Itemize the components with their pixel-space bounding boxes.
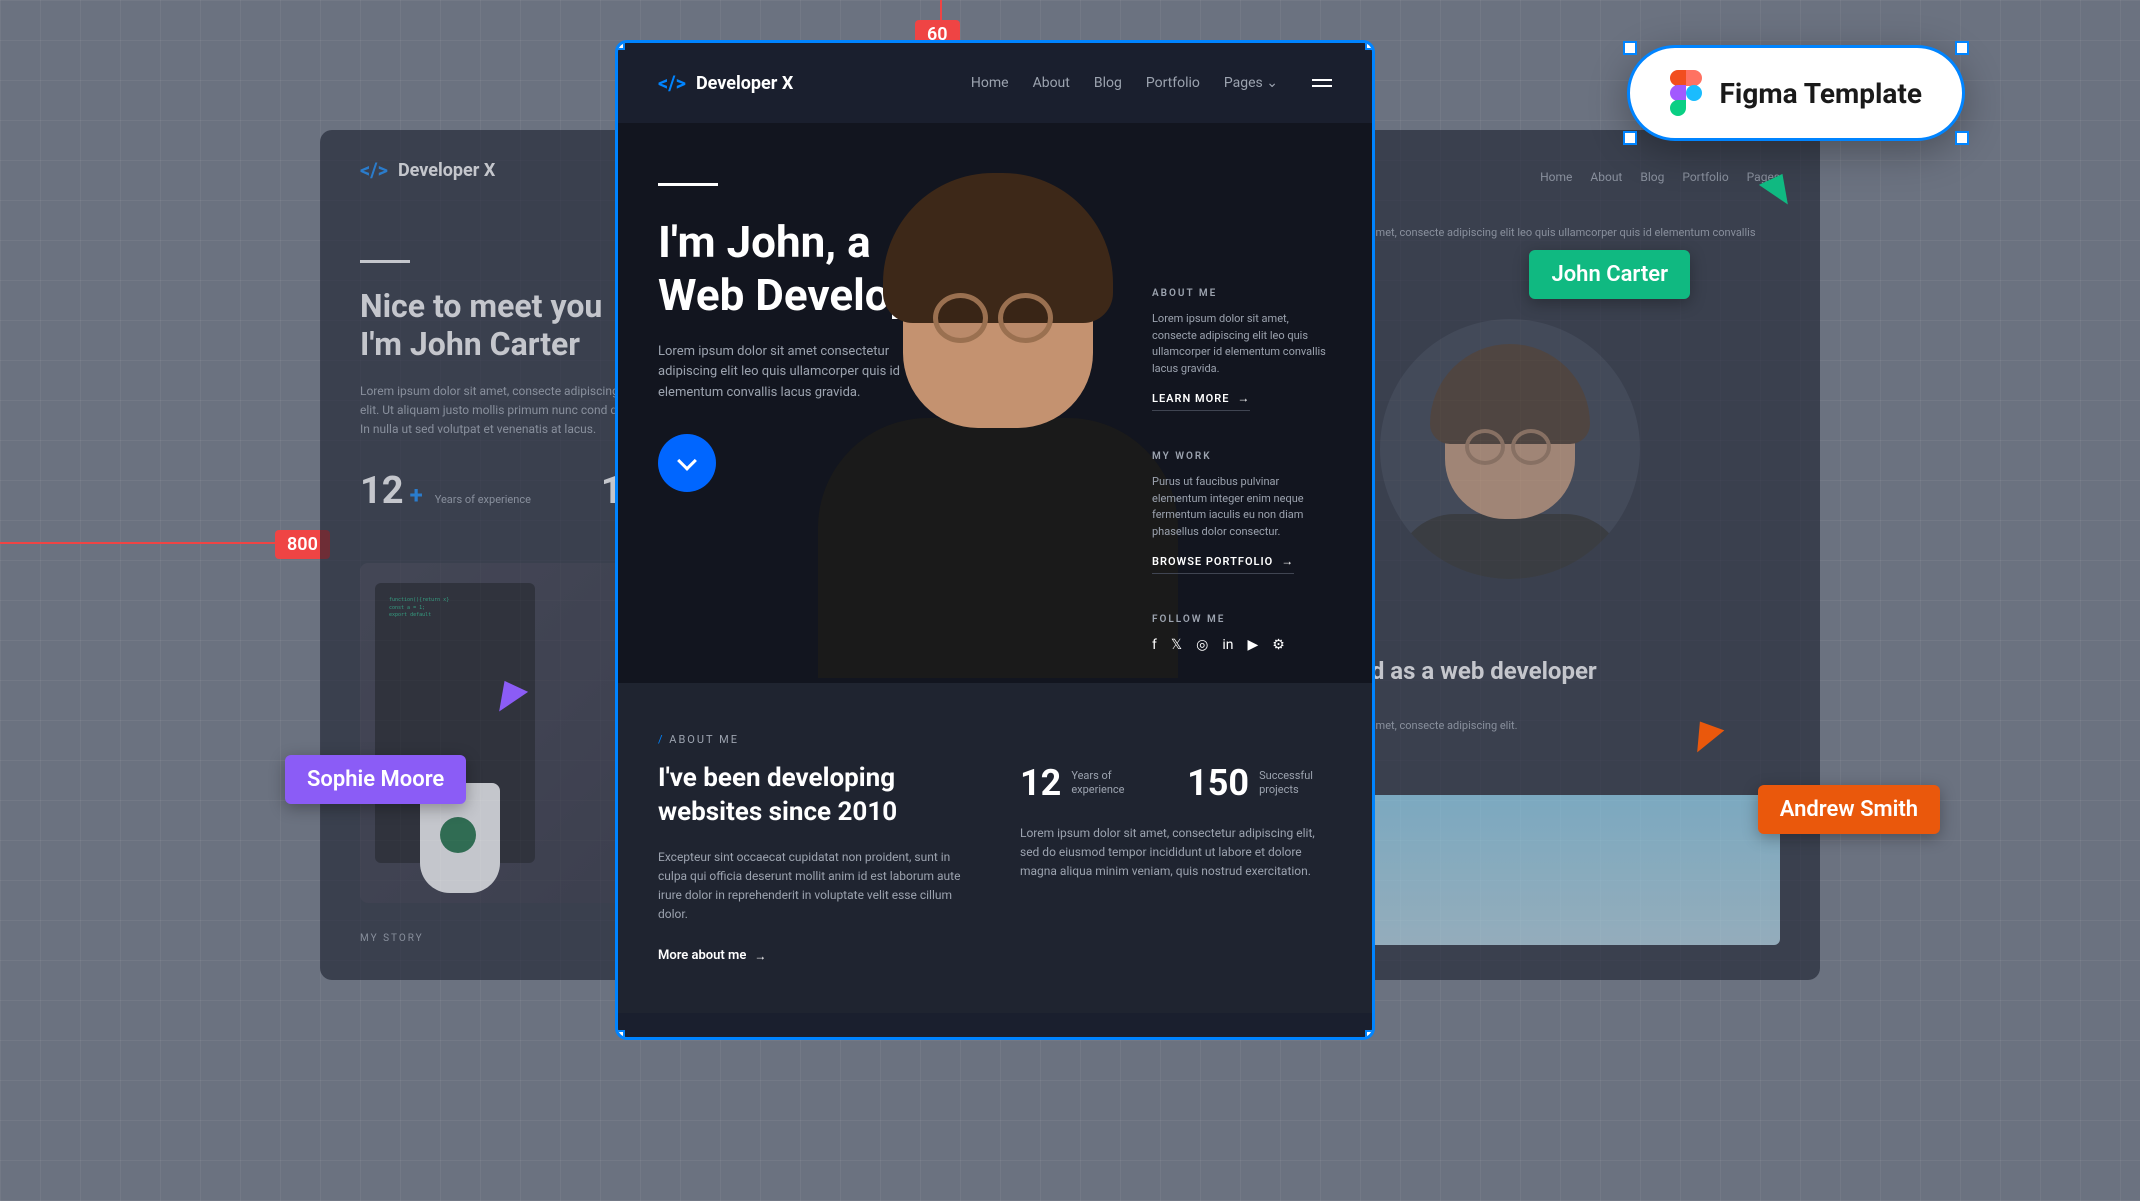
facebook-icon[interactable]: f	[1152, 637, 1157, 653]
code-icon: </>	[658, 71, 686, 95]
youtube-icon[interactable]: ▶	[1248, 637, 1259, 653]
cursor-label-andrew: Andrew Smith	[1758, 785, 1940, 834]
nav-blog[interactable]: Blog	[1094, 75, 1122, 91]
resize-handle-tr[interactable]	[1955, 41, 1969, 55]
github-icon[interactable]: ⚙	[1272, 637, 1285, 653]
hero-photo	[808, 208, 1188, 683]
cursor-label-sophie: Sophie Moore	[285, 755, 466, 804]
twitter-icon[interactable]: 𝕏	[1171, 637, 1182, 653]
about-text: Excepteur sint occaecat cupidatat non pr…	[658, 848, 970, 925]
about-right-text: Lorem ipsum dolor sit amet, consectetur …	[1020, 824, 1332, 882]
follow-label: FOLLOW ME	[1152, 614, 1332, 625]
cursor-label-john: John Carter	[1529, 250, 1690, 299]
stat-experience: 12Years of experience	[1020, 762, 1147, 804]
figma-badge-text: Figma Template	[1720, 77, 1922, 110]
logo: </>Developer X	[360, 158, 495, 182]
avatar	[1380, 319, 1640, 579]
work-text: Purus ut faucibus pulvinar elementum int…	[1152, 474, 1332, 540]
divider	[658, 183, 718, 186]
resize-handle-br[interactable]	[1955, 131, 1969, 145]
divider	[360, 260, 410, 263]
stat-projects: 150Successful projects	[1187, 762, 1332, 804]
about-text: Lorem ipsum dolor sit amet, consecte adi…	[1152, 311, 1332, 377]
about-label: ABOUT ME	[1152, 288, 1332, 299]
hero-text: Lorem ipsum dolor sit amet, consecte adi…	[360, 382, 640, 440]
resize-handle-bl[interactable]	[1623, 131, 1637, 145]
arrow-right-icon: →	[1237, 391, 1250, 405]
code-icon: </>	[360, 158, 388, 182]
nav-portfolio[interactable]: Portfolio	[1682, 170, 1728, 184]
about-section-label: ABOUT ME	[658, 733, 1332, 746]
nav-home[interactable]: Home	[971, 75, 1009, 91]
nav-about[interactable]: About	[1590, 170, 1622, 184]
about-title: I've been developing websites since 2010	[658, 762, 970, 830]
logo[interactable]: </>Developer X	[658, 71, 793, 95]
nav-pages[interactable]: Pages ⌄	[1224, 75, 1278, 91]
nav-portfolio[interactable]: Portfolio	[1146, 75, 1200, 91]
stat-experience: 12+Years of experience	[360, 469, 531, 513]
instagram-icon[interactable]: ◎	[1196, 637, 1208, 653]
linkedin-icon[interactable]: in	[1222, 637, 1233, 653]
more-about-link[interactable]: More about me→	[658, 948, 970, 963]
arrow-right-icon: →	[1281, 554, 1294, 568]
frame-center-selected[interactable]: </>Developer X Home About Blog Portfolio…	[615, 40, 1375, 1040]
figma-template-badge[interactable]: Figma Template	[1627, 45, 1965, 141]
hamburger-icon[interactable]	[1312, 79, 1332, 87]
chevron-down-icon: ⌄	[1266, 75, 1278, 91]
ruler-horizontal	[0, 542, 310, 544]
chevron-down-icon	[677, 451, 697, 471]
scroll-down-button[interactable]	[658, 434, 716, 492]
work-label: MY WORK	[1152, 451, 1332, 462]
nav-blog[interactable]: Blog	[1640, 170, 1664, 184]
arrow-right-icon: →	[754, 949, 766, 963]
browse-portfolio-link[interactable]: BROWSE PORTFOLIO→	[1152, 554, 1294, 574]
nav-about[interactable]: About	[1033, 75, 1070, 91]
figma-icon	[1670, 70, 1702, 116]
nav-home[interactable]: Home	[1540, 170, 1572, 184]
resize-handle-tl[interactable]	[1623, 41, 1637, 55]
learn-more-link[interactable]: LEARN MORE→	[1152, 391, 1250, 411]
